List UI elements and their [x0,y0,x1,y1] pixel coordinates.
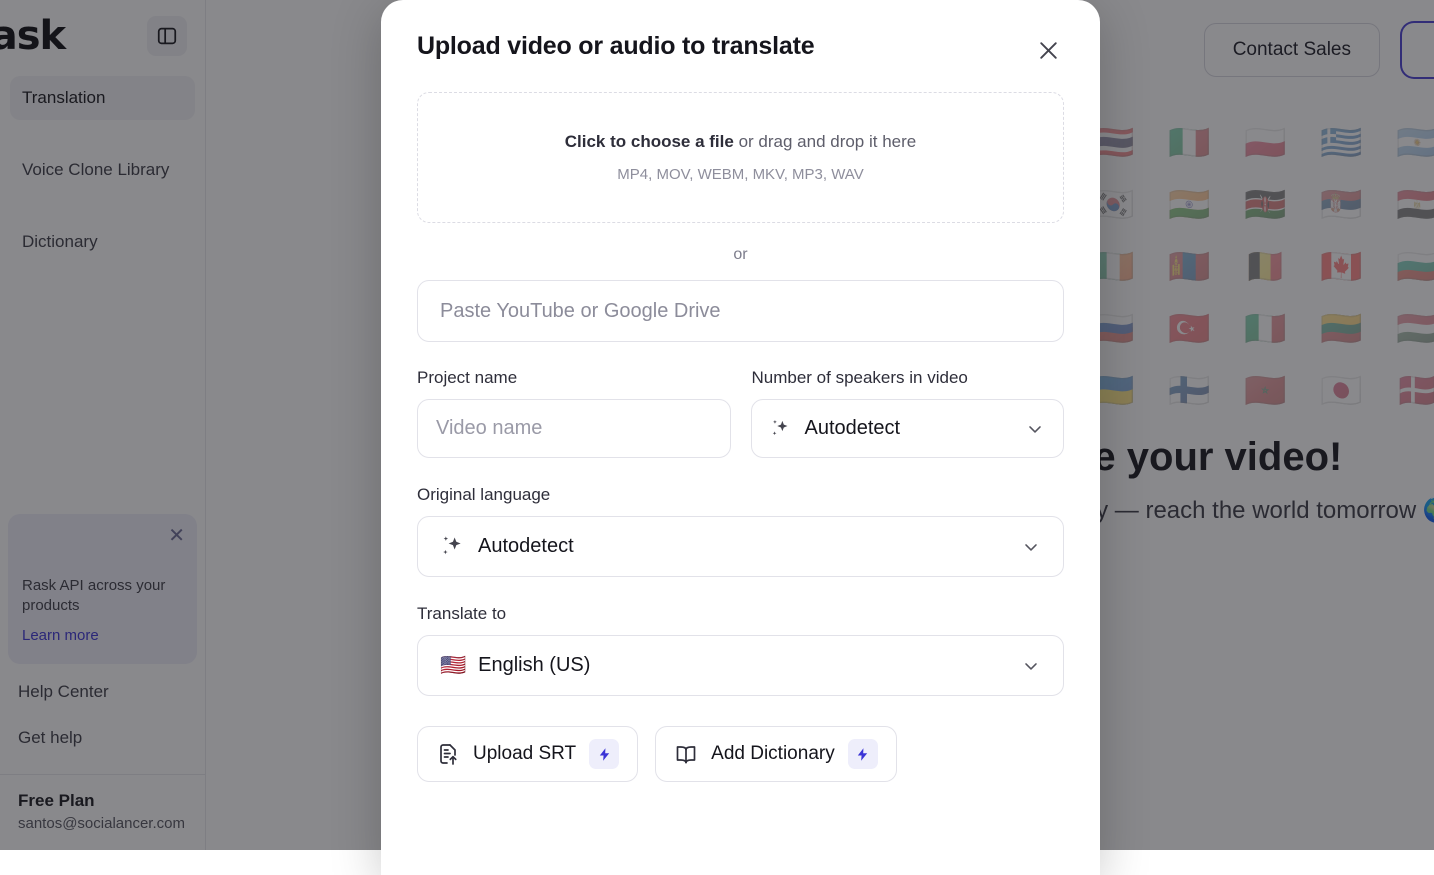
chevron-down-icon [1025,419,1045,439]
project-name-group: Project name Video name [417,368,731,458]
document-upload-icon [436,742,460,766]
sparkle-icon [770,418,792,440]
translate-to-label: Translate to [417,604,1064,624]
project-name-label: Project name [417,368,731,388]
translate-to-select[interactable]: 🇺🇸 English (US) [417,635,1064,696]
extra-actions-row: Upload SRT Add Dictionary [417,726,1064,782]
original-language-value: Autodetect [478,535,574,558]
book-icon [674,742,698,766]
dropzone-primary-text: Click to choose a file or drag and drop … [565,132,917,152]
translate-to-group: Translate to 🇺🇸 English (US) [417,604,1064,696]
original-language-select[interactable]: Autodetect [417,516,1064,577]
chevron-down-icon [1021,656,1041,676]
upload-srt-label: Upload SRT [473,743,576,765]
url-input-placeholder: Paste YouTube or Google Drive [440,300,721,323]
page-title: Upload video or audio to translate [417,32,814,61]
close-icon[interactable] [1032,34,1064,66]
speakers-group: Number of speakers in video Autodetect [751,368,1064,458]
bolt-icon [589,739,619,769]
speakers-select-value: Autodetect [804,417,900,440]
file-dropzone[interactable]: Click to choose a file or drag and drop … [417,92,1064,223]
upload-srt-button[interactable]: Upload SRT [417,726,638,782]
speakers-select[interactable]: Autodetect [751,399,1064,458]
add-dictionary-label: Add Dictionary [711,743,835,765]
chevron-down-icon [1021,537,1041,557]
translate-to-value: English (US) [478,654,590,677]
original-language-value-wrap: Autodetect [440,534,1021,560]
speakers-select-value-wrap: Autodetect [770,417,1025,440]
name-and-speakers-row: Project name Video name Number of speake… [417,368,1064,458]
modal-header: Upload video or audio to translate [417,0,1064,66]
translate-to-value-wrap: 🇺🇸 English (US) [440,654,1021,677]
add-dictionary-button[interactable]: Add Dictionary [655,726,897,782]
or-divider: or [417,246,1064,264]
original-language-label: Original language [417,485,1064,505]
speakers-label: Number of speakers in video [751,368,1064,388]
upload-modal: Upload video or audio to translate Click… [381,0,1100,875]
dropzone-choose-file-link[interactable]: Click to choose a file [565,132,734,151]
bolt-icon [848,739,878,769]
project-name-placeholder: Video name [436,417,542,440]
url-input[interactable]: Paste YouTube or Google Drive [417,280,1064,342]
original-language-group: Original language Autodetect [417,485,1064,577]
sparkle-icon [440,534,466,560]
dropzone-rest-text: or drag and drop it here [734,132,916,151]
project-name-input[interactable]: Video name [417,399,731,458]
dropzone-formats: MP4, MOV, WEBM, MKV, MP3, WAV [617,166,863,183]
flag-icon: 🇺🇸 [440,655,466,676]
